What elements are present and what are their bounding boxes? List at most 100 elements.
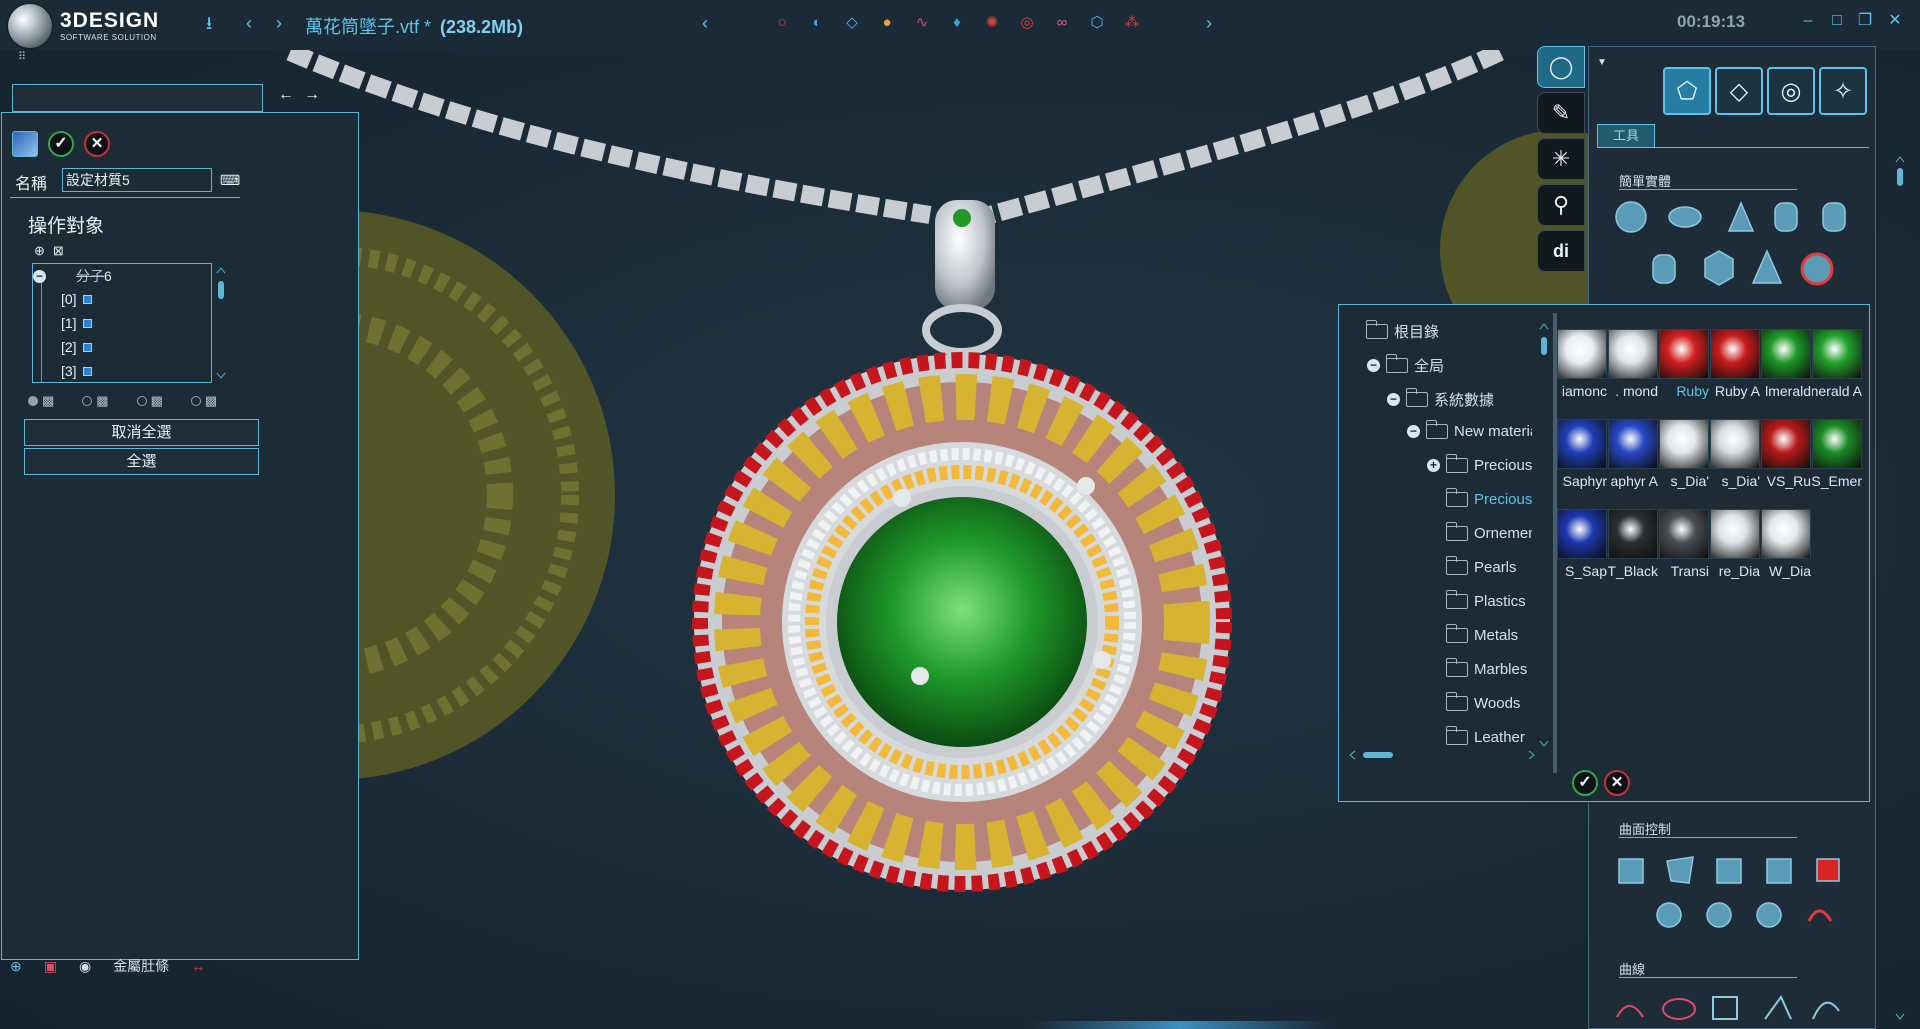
- tab-draw[interactable]: ✎: [1537, 92, 1585, 134]
- tab-jewelry[interactable]: ◯: [1537, 46, 1585, 88]
- deselect-all-button[interactable]: 取消全選: [24, 419, 259, 446]
- material-thumbnail[interactable]: Ruby: [1659, 329, 1709, 399]
- display-mode-3[interactable]: ▩: [136, 393, 163, 409]
- arrow-icon[interactable]: ↔: [191, 958, 205, 974]
- add-icon[interactable]: ⊕: [10, 958, 22, 975]
- ring-tool-icon[interactable]: ◎: [1767, 67, 1815, 115]
- folder-item[interactable]: Pearls: [1427, 556, 1517, 576]
- material-thumbnail[interactable]: lmerald: [1761, 329, 1811, 399]
- folder-tree-vscroll[interactable]: [1537, 321, 1551, 751]
- bracelet-icon[interactable]: ◐: [805, 10, 829, 34]
- tree-item[interactable]: [0]: [61, 291, 92, 307]
- material-thumbnail[interactable]: 's_Dia: [1710, 419, 1760, 489]
- maximize-icon[interactable]: □: [1826, 10, 1848, 32]
- tree-expand-icon[interactable]: +: [1427, 459, 1440, 472]
- material-thumbnail[interactable]: S_Emer: [1812, 419, 1862, 489]
- dots-ring-icon[interactable]: ✺: [980, 10, 1004, 34]
- folder-item[interactable]: − 全局: [1367, 354, 1444, 376]
- tab-pendant[interactable]: ⚲: [1537, 184, 1585, 226]
- tree-collapse-icon[interactable]: −: [1367, 359, 1380, 372]
- material-thumbnail[interactable]: S_Sap: [1557, 509, 1607, 579]
- folder-item[interactable]: Metals: [1427, 624, 1518, 644]
- redo-icon[interactable]: ›: [276, 12, 282, 34]
- history-forward-icon[interactable]: →: [304, 86, 320, 104]
- folder-tree-hscroll[interactable]: [1347, 748, 1537, 762]
- display-mode-4[interactable]: ▩: [190, 393, 217, 409]
- edit-icon[interactable]: [82, 342, 92, 352]
- tab-di[interactable]: di: [1537, 230, 1585, 272]
- display-mode-1[interactable]: ▩: [28, 393, 54, 409]
- cube-icon[interactable]: ⬡: [1085, 10, 1109, 34]
- material-thumbnail[interactable]: 's_Dia: [1659, 419, 1709, 489]
- tree-collapse-icon[interactable]: −: [1387, 393, 1400, 406]
- material-cancel-button[interactable]: ✕: [1604, 770, 1630, 796]
- folder-item[interactable]: Plastics: [1427, 590, 1526, 610]
- history-back-icon[interactable]: ←: [278, 86, 294, 104]
- tree-collapse-icon[interactable]: −: [33, 269, 46, 283]
- folder-item[interactable]: − New materia: [1407, 420, 1532, 440]
- material-thumbnail[interactable]: re_Dia: [1710, 509, 1760, 579]
- drop-icon[interactable]: ♦: [945, 10, 969, 34]
- material-thumbnail[interactable]: nerald A: [1812, 329, 1862, 399]
- folder-item[interactable]: + Precious m: [1427, 454, 1532, 474]
- tree-item[interactable]: [2]: [61, 339, 92, 355]
- toolbar-next-icon[interactable]: ›: [1206, 12, 1212, 34]
- confirm-button[interactable]: ✓: [48, 131, 74, 157]
- minimize-icon[interactable]: –: [1797, 10, 1819, 32]
- folder-item[interactable]: Woods: [1427, 692, 1520, 712]
- tree-item[interactable]: [1]: [61, 315, 92, 331]
- name-field[interactable]: [62, 168, 212, 192]
- tree-item[interactable]: [3]: [61, 363, 92, 379]
- tab-tools[interactable]: 工具: [1597, 124, 1655, 148]
- tree-collapse-icon[interactable]: −: [1407, 425, 1420, 438]
- command-input[interactable]: [12, 84, 263, 112]
- folder-item[interactable]: Precious s: [1427, 488, 1532, 508]
- collapse-all-icon[interactable]: ⊠: [53, 243, 64, 259]
- expand-all-icon[interactable]: ⊕: [34, 243, 45, 259]
- select-all-button[interactable]: 全選: [24, 448, 259, 475]
- ring-icon[interactable]: ○: [770, 10, 794, 34]
- eye-icon[interactable]: ◉: [79, 958, 91, 975]
- tools-scrollbar[interactable]: [1894, 154, 1906, 1024]
- app-menu-icon[interactable]: ⠿: [18, 50, 26, 63]
- material-thumbnail[interactable]: Transi: [1659, 509, 1709, 579]
- material-confirm-button[interactable]: ✓: [1572, 770, 1598, 796]
- material-thumbnail[interactable]: mond .: [1608, 329, 1658, 399]
- earring-icon[interactable]: ◎: [1015, 10, 1039, 34]
- restore-icon[interactable]: ❐: [1854, 10, 1876, 32]
- gem-library-icon[interactable]: ✧: [1819, 67, 1867, 115]
- tree-scrollbar[interactable]: [214, 265, 228, 383]
- material-thumbnail[interactable]: aphyr A: [1608, 419, 1658, 489]
- tab-mesh[interactable]: ✳: [1537, 138, 1585, 180]
- panel-menu-icon[interactable]: ▼: [1597, 57, 1607, 68]
- link-icon[interactable]: ∞: [1050, 10, 1074, 34]
- material-thumbnail[interactable]: iamonc: [1557, 329, 1607, 399]
- undo-icon[interactable]: ‹: [246, 12, 252, 34]
- material-thumbnail[interactable]: T_Black: [1608, 509, 1658, 579]
- keyboard-icon[interactable]: ⌨: [220, 172, 240, 189]
- gem-icon[interactable]: ◇: [840, 10, 864, 34]
- display-mode-2[interactable]: ▩: [82, 393, 109, 409]
- save-icon[interactable]: ⭳: [206, 12, 212, 34]
- folder-item[interactable]: Marbles: [1427, 658, 1527, 678]
- folder-item[interactable]: Leather: [1427, 726, 1525, 746]
- material-thumbnail[interactable]: Saphyr: [1557, 419, 1607, 489]
- folder-item[interactable]: − 系統數據: [1387, 388, 1494, 410]
- molecule-icon[interactable]: ⁂: [1120, 10, 1144, 34]
- edit-icon[interactable]: [82, 366, 92, 376]
- folder-item[interactable]: Ornement: [1427, 522, 1532, 542]
- material-thumbnail[interactable]: VS_Ru: [1761, 419, 1811, 489]
- material-thumbnail[interactable]: Ruby A: [1710, 329, 1760, 399]
- folder-item[interactable]: 根目錄: [1347, 320, 1439, 342]
- gem-tool-icon[interactable]: ◇: [1715, 67, 1763, 115]
- cancel-button[interactable]: ✕: [84, 131, 110, 157]
- pearls-icon[interactable]: ●: [875, 10, 899, 34]
- layer-icon[interactable]: ▣: [44, 958, 57, 975]
- curve-tool-icon[interactable]: ∿: [910, 10, 934, 34]
- toolbar-prev-icon[interactable]: ‹: [702, 12, 708, 34]
- close-icon[interactable]: ✕: [1884, 10, 1906, 32]
- edit-icon[interactable]: [82, 318, 92, 328]
- material-thumbnail[interactable]: W_Dia: [1761, 509, 1811, 579]
- edit-icon[interactable]: [82, 294, 92, 304]
- primitives-icon[interactable]: ⬠: [1663, 67, 1711, 115]
